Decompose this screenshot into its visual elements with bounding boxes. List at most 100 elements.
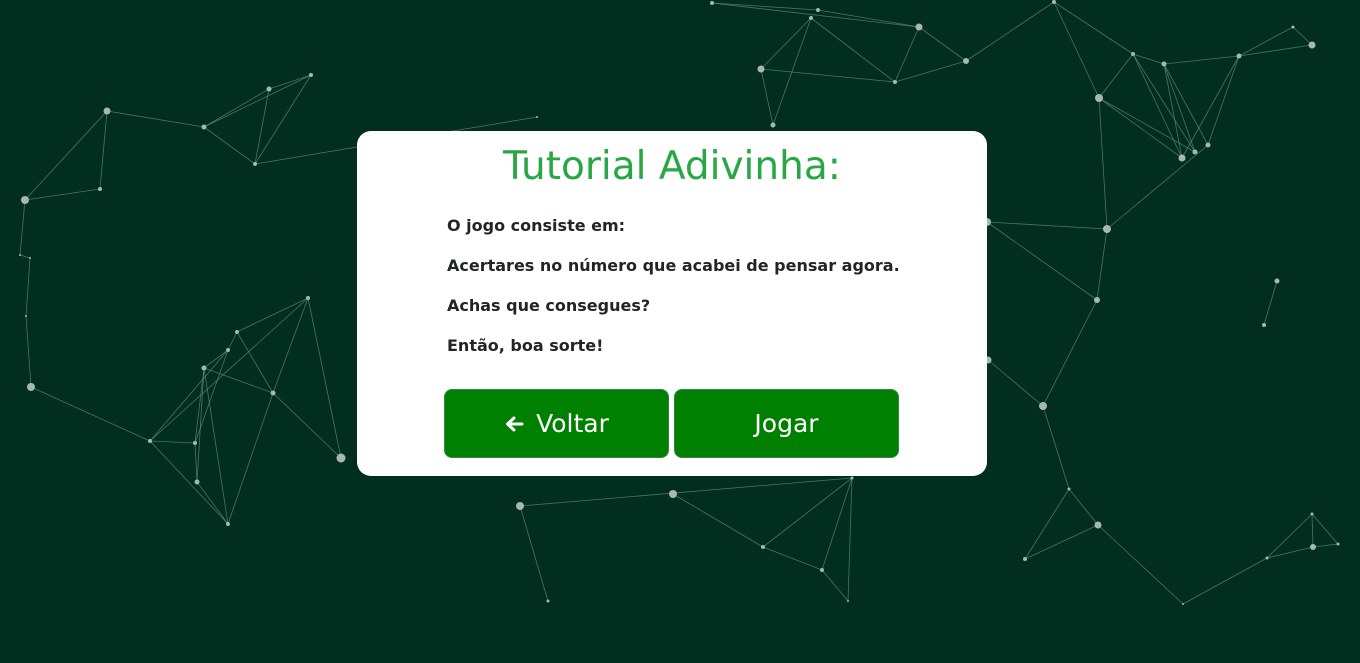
network-node: [1023, 557, 1027, 561]
network-edge: [918, 26, 967, 62]
network-node: [103, 107, 111, 115]
network-edge: [1312, 543, 1339, 548]
network-edge: [24, 110, 108, 201]
network-node: [820, 568, 824, 572]
network-node: [19, 254, 21, 256]
network-edge: [227, 331, 238, 351]
network-node: [761, 545, 765, 549]
network-edge: [25, 257, 31, 317]
network-node: [1310, 512, 1314, 516]
network-edge: [236, 331, 274, 394]
network-node: [1236, 53, 1242, 59]
network-edge: [1163, 63, 1183, 159]
network-edge: [149, 440, 229, 525]
network-node: [536, 116, 538, 118]
network-node: [25, 315, 27, 317]
network-edge: [1163, 63, 1196, 153]
network-node: [1265, 556, 1269, 560]
network-edge: [1098, 53, 1134, 99]
network-edge: [272, 392, 342, 459]
network-edge: [24, 188, 101, 201]
network-node: [669, 490, 677, 498]
network-edge: [196, 481, 229, 525]
network-node: [266, 86, 272, 92]
network-edge: [1311, 513, 1339, 545]
network-edge: [1042, 405, 1070, 490]
network-node: [1095, 94, 1103, 102]
tutorial-line-1: O jogo consiste em:: [447, 216, 626, 235]
network-edge: [772, 17, 812, 126]
play-button-label: Jogar: [754, 409, 819, 438]
play-button[interactable]: Jogar: [674, 389, 899, 458]
network-edge: [1132, 53, 1165, 65]
network-node: [915, 23, 923, 31]
network-edge: [1098, 97, 1108, 230]
network-edge: [817, 9, 920, 28]
network-node: [98, 187, 102, 191]
network-node: [201, 365, 207, 371]
network-edge: [1097, 524, 1184, 605]
network-node: [1039, 402, 1047, 410]
network-node: [1262, 323, 1266, 327]
network-edge: [762, 477, 853, 548]
network-node: [757, 65, 765, 73]
network-edge: [106, 110, 205, 128]
network-edge: [760, 68, 896, 83]
tutorial-line-4: Então, boa sorte!: [447, 336, 604, 355]
network-edge: [203, 126, 256, 165]
network-node: [963, 58, 969, 64]
network-edge: [268, 74, 312, 90]
network-node: [1094, 521, 1102, 529]
network-node: [1182, 603, 1184, 605]
network-node: [1161, 61, 1167, 67]
network-node: [847, 600, 849, 602]
network-node: [336, 453, 346, 463]
network-edge: [711, 2, 920, 28]
network-edge: [149, 297, 309, 442]
network-node: [309, 73, 313, 77]
network-node: [1310, 544, 1316, 550]
network-edge: [1098, 97, 1196, 153]
network-edge: [1181, 55, 1240, 159]
network-edge: [986, 221, 1098, 301]
network-node: [201, 124, 207, 130]
network-node: [226, 522, 230, 526]
tutorial-line-3: Achas que consegues?: [447, 296, 651, 315]
network-node: [1094, 297, 1100, 303]
network-edge: [19, 254, 31, 259]
network-node: [226, 348, 230, 352]
network-edge: [1292, 26, 1313, 46]
network-edge: [203, 367, 229, 525]
network-node: [1274, 278, 1280, 284]
network-edge: [19, 199, 26, 256]
back-button[interactable]: Voltar: [444, 389, 669, 458]
network-node: [235, 330, 239, 334]
network-edge: [227, 392, 274, 525]
network-node: [516, 502, 524, 510]
network-edge: [149, 440, 196, 444]
arrow-left-icon: [506, 416, 524, 431]
network-edge: [1207, 55, 1240, 146]
network-node: [710, 1, 714, 5]
network-node: [850, 476, 854, 480]
network-edge: [194, 367, 205, 444]
network-node: [306, 296, 310, 300]
network-edge: [821, 477, 853, 571]
network-node: [770, 122, 776, 128]
tutorial-line-2: Acertares no número que acabei de pensar…: [447, 256, 900, 275]
network-edge: [987, 359, 1044, 407]
network-edge: [986, 221, 1108, 230]
network-edge: [965, 1, 1055, 62]
network-edge: [307, 297, 342, 459]
network-edge: [1042, 299, 1098, 407]
network-edge: [810, 17, 896, 83]
network-edge: [1096, 228, 1108, 301]
network-edge: [894, 60, 967, 83]
network-edge: [1163, 63, 1209, 146]
network-node: [21, 196, 29, 204]
network-node: [1291, 25, 1295, 29]
network-node: [193, 441, 197, 445]
network-node: [253, 162, 257, 166]
network-node: [270, 390, 276, 396]
network-edge: [99, 110, 108, 190]
